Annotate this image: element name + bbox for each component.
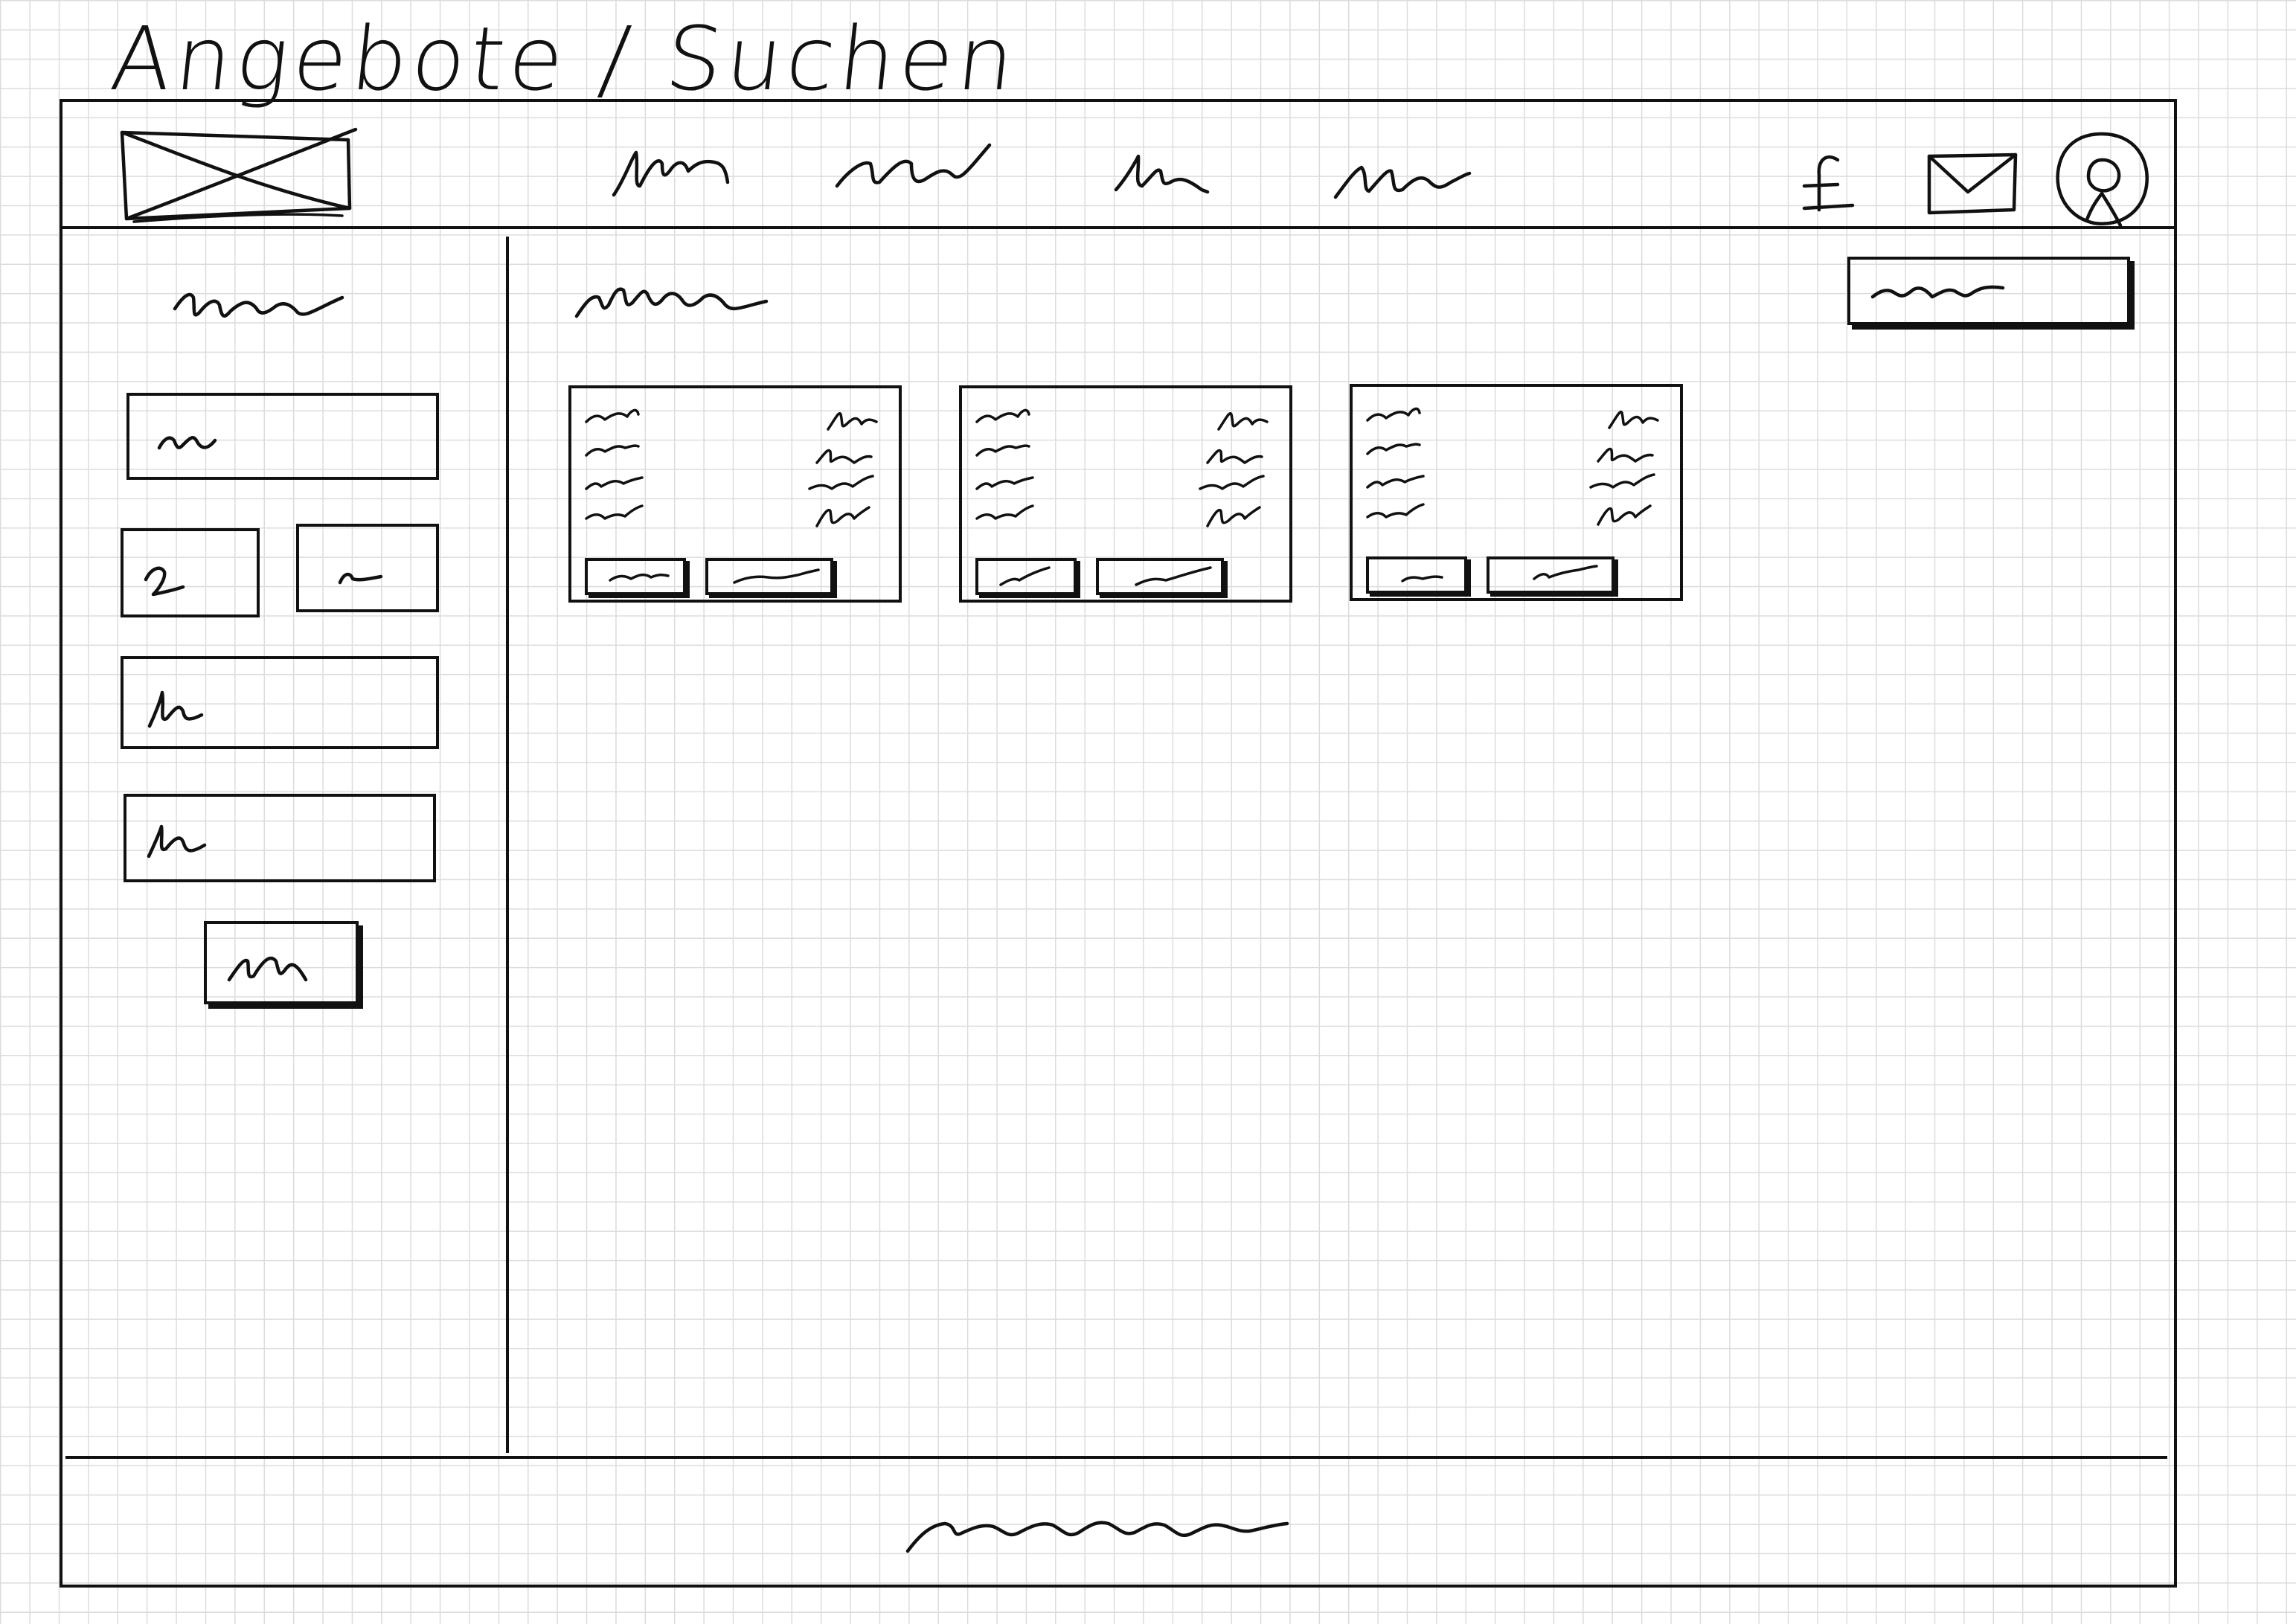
card-button-secondary[interactable]	[705, 558, 833, 595]
nav-item-2[interactable]	[833, 141, 993, 197]
nav-item-3-scribble	[1114, 154, 1210, 194]
sidebar-text-field[interactable]	[126, 393, 439, 480]
footer-divider	[65, 1456, 2167, 1459]
button-scribble	[609, 573, 670, 582]
footer-scribble	[905, 1521, 1289, 1553]
nav-item-1[interactable]	[610, 141, 733, 201]
mail-icon-glyph	[1927, 153, 2018, 215]
sidebar-divider	[506, 237, 509, 1453]
sidebar-heading-scribble	[173, 292, 344, 318]
sidebar-heading	[171, 275, 346, 331]
field-scribble	[147, 824, 207, 858]
field-scribble	[147, 690, 204, 728]
mail-icon[interactable]	[1923, 149, 2020, 219]
card-button-primary[interactable]	[1366, 556, 1467, 594]
pound-icon-glyph	[1802, 155, 1855, 212]
card-button-secondary[interactable]	[1487, 556, 1614, 594]
nav-item-4-scribble	[1333, 165, 1472, 199]
nav-item-1-scribble	[612, 150, 730, 197]
field-scribble	[157, 436, 217, 450]
field-scribble	[144, 566, 185, 597]
main-heading-scribble	[574, 287, 769, 318]
button-scribble	[1401, 575, 1443, 582]
button-scribble	[733, 568, 820, 584]
button-scribble	[227, 956, 308, 982]
button-scribble	[1533, 565, 1598, 580]
card-button-primary[interactable]	[585, 558, 686, 595]
sidebar-text-field-3[interactable]	[124, 794, 436, 882]
card-button-primary[interactable]	[975, 558, 1077, 595]
nav-item-2-scribble	[835, 143, 992, 188]
logo-placeholder[interactable]	[119, 126, 358, 225]
main-heading	[573, 272, 774, 327]
pound-icon[interactable]	[1797, 149, 1856, 216]
button-scribble	[1135, 566, 1212, 586]
sidebar-text-field-2[interactable]	[121, 656, 439, 749]
page-title: Angebote / Suchen	[106, 7, 1024, 110]
nav-item-4[interactable]	[1332, 153, 1473, 205]
main-action-button[interactable]	[1847, 257, 2130, 325]
nav-item-3[interactable]	[1112, 149, 1213, 201]
sidebar-submit-button[interactable]	[204, 921, 359, 1004]
card-button-secondary[interactable]	[1096, 558, 1224, 595]
image-placeholder-icon	[120, 127, 358, 223]
user-avatar-icon[interactable]	[2050, 130, 2154, 234]
sidebar-small-field-right[interactable]	[296, 524, 439, 612]
footer-text	[900, 1503, 1291, 1562]
field-scribble	[338, 572, 383, 585]
button-scribble	[999, 566, 1051, 586]
offer-card[interactable]	[959, 385, 1292, 603]
offer-card[interactable]	[568, 385, 902, 603]
offer-card[interactable]	[1350, 384, 1683, 601]
header-divider	[62, 226, 2174, 229]
button-scribble	[1870, 285, 2005, 299]
user-avatar-icon-glyph	[2056, 132, 2149, 228]
sidebar-small-field-left[interactable]	[121, 528, 260, 617]
